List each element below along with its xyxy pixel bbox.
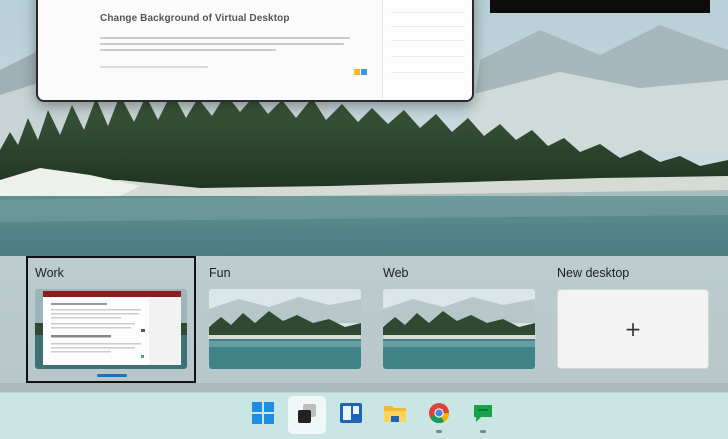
taskbar <box>0 392 728 439</box>
desktop-thumbnail <box>209 289 361 369</box>
task-view-button[interactable] <box>288 396 326 434</box>
widgets-icon <box>339 402 363 429</box>
chat-icon <box>472 402 494 429</box>
divider <box>391 56 465 57</box>
selected-indicator <box>97 374 127 377</box>
new-desktop-button[interactable]: + <box>557 289 709 369</box>
running-indicator <box>480 430 486 433</box>
window-preview-dark[interactable] <box>490 0 710 13</box>
text-line <box>100 37 350 39</box>
chrome-icon <box>428 402 450 429</box>
text-line <box>100 49 276 51</box>
desktop-thumbnail <box>383 289 535 369</box>
bottom-band <box>0 383 728 392</box>
desktop-label: Fun <box>209 266 231 280</box>
desktop-label: Work <box>35 266 64 280</box>
desktop-web[interactable]: Web <box>374 256 542 383</box>
divider <box>391 40 465 41</box>
start-button[interactable] <box>244 396 282 434</box>
file-explorer-icon <box>383 402 407 429</box>
desktop-label: Web <box>383 266 409 280</box>
app-icons <box>354 62 372 75</box>
desktop-fun[interactable]: Fun <box>200 256 368 383</box>
chat-button[interactable] <box>464 396 502 434</box>
window-preview-sidebar <box>382 0 471 100</box>
window-preview-title: Change Background of Virtual Desktop <box>100 13 290 24</box>
desktop-thumbnail <box>35 289 187 369</box>
file-explorer-button[interactable] <box>376 396 414 434</box>
new-desktop[interactable]: New desktop + <box>548 256 716 383</box>
divider <box>391 12 465 13</box>
task-view-icon <box>296 402 318 429</box>
text-line <box>100 43 344 45</box>
window-preview[interactable]: Change Background of Virtual Desktop <box>36 0 474 102</box>
desktop-work[interactable]: Work <box>26 256 196 383</box>
text-line <box>100 66 208 68</box>
windows-start-icon <box>252 401 274 429</box>
divider <box>391 72 465 73</box>
plus-icon: + <box>624 317 642 341</box>
new-desktop-label: New desktop <box>557 266 630 280</box>
widgets-button[interactable] <box>332 396 370 434</box>
running-indicator <box>436 430 442 433</box>
chrome-button[interactable] <box>420 396 458 434</box>
divider <box>391 26 465 27</box>
window-preview-content: Change Background of Virtual Desktop <box>38 0 378 100</box>
